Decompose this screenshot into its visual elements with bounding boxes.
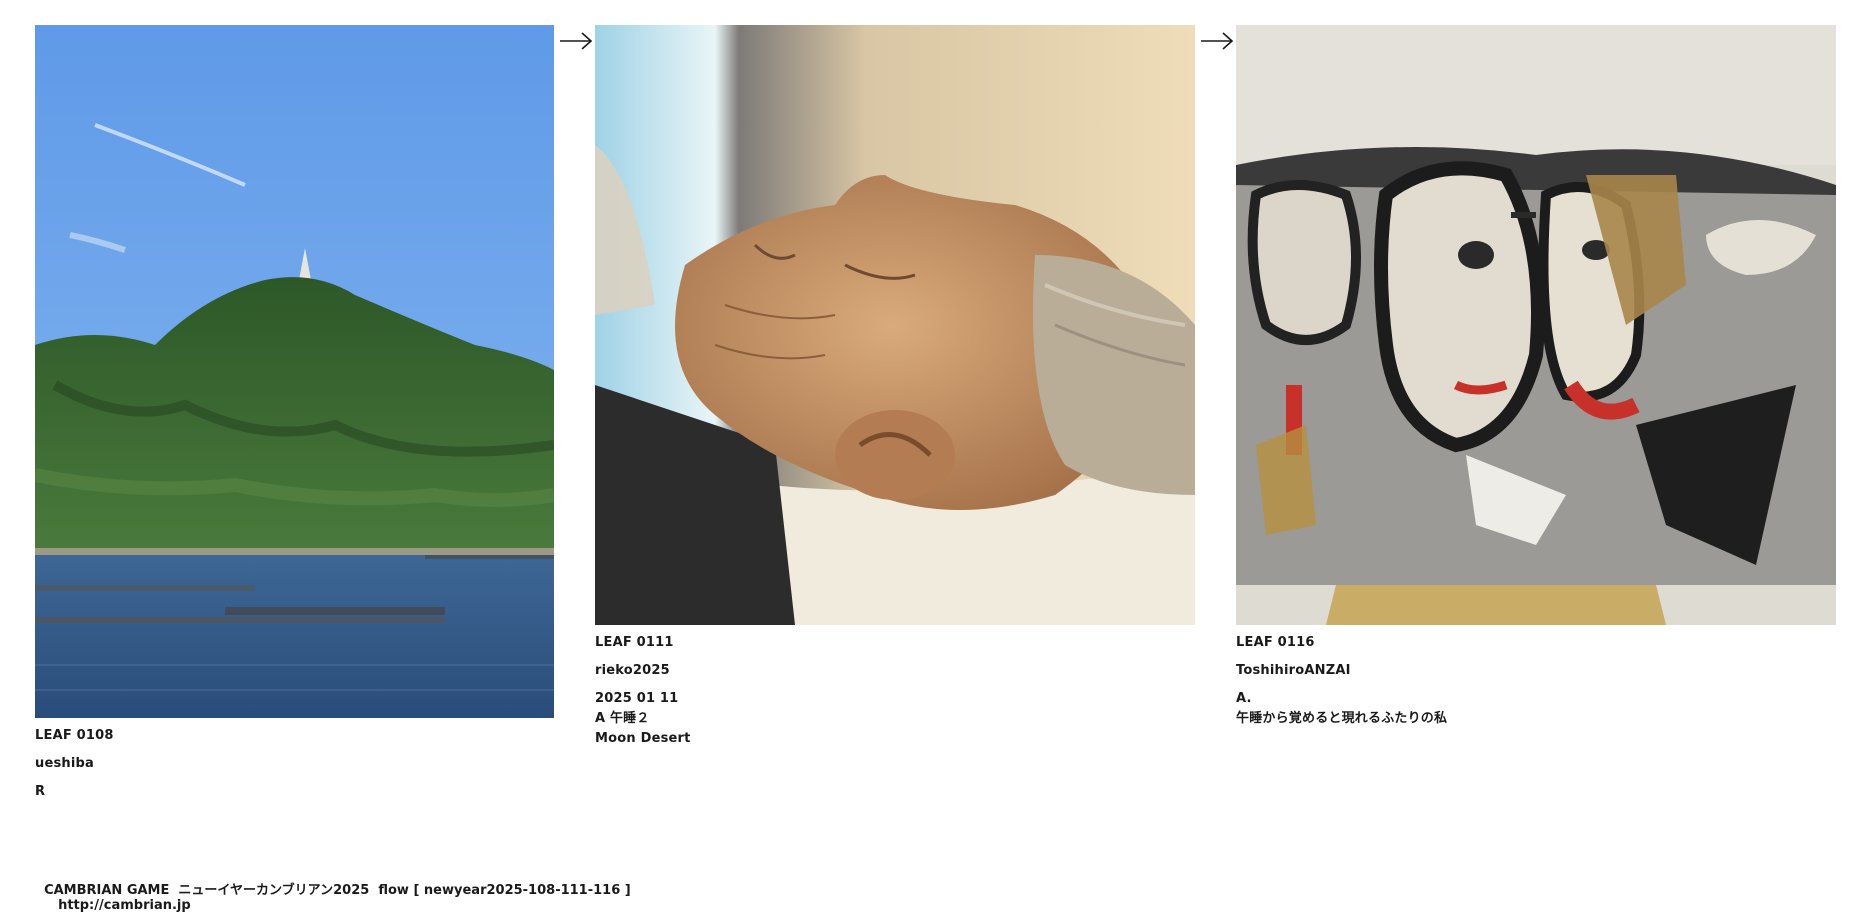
leaf-caption: LEAF 0111 rieko2025 2025 01 11 A 午睡２ Moo…	[595, 633, 1195, 749]
footer-text: CAMBRIAN GAME ニューイヤーカンブリアン2025 flow [ ne…	[44, 883, 631, 898]
footer-link[interactable]: http://cambrian.jp	[58, 898, 191, 913]
leaf-subtitle: Moon Desert	[595, 731, 691, 746]
footer-credits: CAMBRIAN GAME ニューイヤーカンブリアン2025 flow [ ne…	[35, 864, 631, 913]
leaf-title: A 午睡２	[595, 711, 650, 726]
leaf-subtitle: 午睡から覚めると現れるふたりの私	[1236, 711, 1448, 726]
leaf-title: R	[35, 784, 46, 799]
leaf-photo-sleeping-face[interactable]	[595, 25, 1195, 625]
leaf-caption: LEAF 0116 ToshihiroANZAI A. 午睡から覚めると現れるふ…	[1236, 633, 1836, 729]
leaf-id: LEAF 0111	[595, 635, 674, 650]
leaf-card-0111: LEAF 0111 rieko2025 2025 01 11 A 午睡２ Moo…	[595, 25, 1195, 749]
hill-sea-image	[35, 25, 554, 718]
arrow-right-icon	[560, 32, 593, 50]
leaf-id: LEAF 0108	[35, 728, 114, 743]
leaf-author: ueshiba	[35, 756, 94, 771]
leaf-card-0116: LEAF 0116 ToshihiroANZAI A. 午睡から覚めると現れるふ…	[1236, 25, 1836, 729]
arrow-right-icon	[1201, 32, 1234, 50]
two-faces-painting-image	[1236, 25, 1836, 625]
leaf-photo-hill-sea[interactable]	[35, 25, 554, 718]
leaf-author: ToshihiroANZAI	[1236, 663, 1351, 678]
leaf-date: 2025 01 11	[595, 691, 679, 706]
leaf-card-0108: LEAF 0108 ueshiba R	[35, 25, 554, 802]
leaf-author: rieko2025	[595, 663, 670, 678]
leaf-caption: LEAF 0108 ueshiba R	[35, 726, 554, 802]
sleeping-face-image	[595, 25, 1195, 625]
leaf-title: A.	[1236, 691, 1252, 706]
leaf-id: LEAF 0116	[1236, 635, 1315, 650]
leaf-photo-two-faces-painting[interactable]	[1236, 25, 1836, 625]
